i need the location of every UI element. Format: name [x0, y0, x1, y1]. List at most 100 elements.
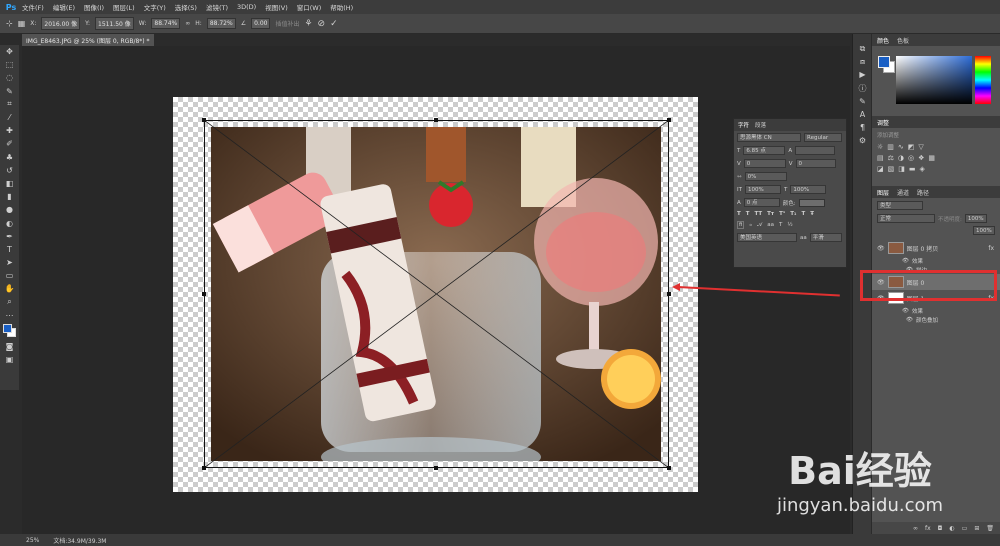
tab-swatches[interactable]: 色板: [897, 36, 909, 45]
effects-row[interactable]: 👁 效果: [872, 256, 1000, 265]
antialias-select[interactable]: 平滑: [809, 233, 842, 242]
levels-icon[interactable]: ▥: [887, 143, 894, 151]
menu-view[interactable]: 视图(V): [265, 2, 288, 12]
color-field[interactable]: [896, 56, 972, 104]
healing-tool-icon[interactable]: ✚: [0, 124, 19, 137]
threshold-icon[interactable]: ◨: [898, 165, 905, 173]
new-group-icon[interactable]: ▭: [962, 525, 968, 532]
delete-layer-icon[interactable]: 🗑: [986, 525, 994, 532]
menu-window[interactable]: 窗口(W): [297, 2, 322, 12]
blur-tool-icon[interactable]: ●: [0, 203, 19, 216]
tab-paragraph[interactable]: 段落: [755, 121, 766, 129]
document-tab[interactable]: IMG_E8463.JPG @ 25% (图层 0, RGB/8*) *: [22, 34, 154, 46]
bw-icon[interactable]: ◑: [898, 154, 904, 162]
menu-layer[interactable]: 图层(L): [113, 2, 135, 12]
channel-mixer-icon[interactable]: ❖: [918, 154, 924, 162]
layer-name[interactable]: 图层 0 拷贝: [907, 244, 986, 253]
transform-bounding-box[interactable]: [204, 120, 669, 468]
reference-point-icon[interactable]: ▦: [18, 19, 26, 28]
tab-channels[interactable]: 通道: [897, 188, 909, 197]
all-caps-icon[interactable]: TT: [755, 211, 763, 217]
menu-edit[interactable]: 编辑(E): [53, 2, 75, 12]
dodge-tool-icon[interactable]: ◐: [0, 216, 19, 229]
leading-field[interactable]: [795, 146, 836, 155]
screen-mode-icon[interactable]: ▣: [0, 353, 19, 366]
faux-italic-icon[interactable]: T: [746, 211, 750, 217]
gradient-tool-icon[interactable]: ▮: [0, 190, 19, 203]
horizontal-scale-field[interactable]: 100%: [790, 185, 827, 194]
panel-foreground-swatch[interactable]: [878, 56, 890, 68]
scale-field[interactable]: 0%: [744, 172, 787, 181]
swash-icon[interactable]: 𝒜: [757, 222, 762, 229]
handle-top[interactable]: [434, 118, 438, 122]
titling-icon[interactable]: T: [779, 222, 782, 228]
stamp-tool-icon[interactable]: ♣: [0, 151, 19, 164]
tab-adjustments[interactable]: 调整: [877, 118, 889, 127]
tab-paths[interactable]: 路径: [917, 188, 929, 197]
tab-character[interactable]: 字符: [738, 121, 749, 129]
font-size-field[interactable]: 6.85 点: [743, 146, 786, 155]
y-field[interactable]: 1511.50 像: [95, 17, 134, 30]
gradient-map-icon[interactable]: ▬: [909, 165, 916, 173]
menu-3d[interactable]: 3D(D): [237, 3, 256, 11]
properties-panel-icon[interactable]: ⧈: [853, 55, 872, 68]
superscript-icon[interactable]: T¹: [779, 211, 785, 217]
menu-type[interactable]: 文字(Y): [144, 2, 166, 12]
menu-help[interactable]: 帮助(H): [330, 2, 353, 12]
hue-slider[interactable]: [975, 56, 991, 104]
quick-mask-icon[interactable]: ◙: [0, 340, 19, 353]
strikethrough-icon[interactable]: Ŧ: [810, 211, 814, 217]
brush-panel-icon[interactable]: ✎: [853, 95, 872, 108]
zoom-level[interactable]: 25%: [26, 537, 39, 544]
history-brush-icon[interactable]: ↺: [0, 164, 19, 177]
handle-left[interactable]: [202, 292, 206, 296]
eraser-tool-icon[interactable]: ◧: [0, 177, 19, 190]
selective-color-icon[interactable]: ◈: [920, 165, 925, 173]
subscript-icon[interactable]: T₁: [790, 211, 796, 217]
posterize-icon[interactable]: ▧: [888, 165, 895, 173]
move-tool-icon[interactable]: ✥: [0, 45, 19, 58]
type-tool-icon[interactable]: T: [0, 243, 19, 256]
hand-tool-icon[interactable]: ✋: [0, 282, 19, 295]
commit-transform-icon[interactable]: ✓: [330, 19, 338, 29]
eye-icon[interactable]: 👁: [877, 245, 885, 252]
handle-bottom-left[interactable]: [202, 466, 206, 470]
ordinals-icon[interactable]: ℴ: [749, 222, 752, 228]
opacity-field[interactable]: 100%: [964, 214, 987, 223]
width-field[interactable]: 88.74%: [151, 18, 181, 29]
crop-tool-icon[interactable]: ⌗: [0, 98, 19, 111]
color-balance-icon[interactable]: ⚖: [888, 154, 894, 162]
quick-select-tool-icon[interactable]: ✎: [0, 85, 19, 98]
hue-sat-icon[interactable]: ▤: [877, 154, 884, 162]
eyedropper-tool-icon[interactable]: ⁄: [0, 111, 19, 124]
handle-bottom-right[interactable]: [667, 466, 671, 470]
height-field[interactable]: 88.72%: [206, 18, 236, 29]
menu-file[interactable]: 文件(F): [22, 2, 44, 12]
tab-color[interactable]: 颜色: [877, 36, 889, 45]
underline-icon[interactable]: T: [801, 211, 805, 217]
effects-eye-icon[interactable]: 👁: [902, 308, 909, 314]
new-layer-icon[interactable]: ⊞: [974, 525, 979, 532]
faux-bold-icon[interactable]: T: [737, 211, 741, 217]
color-swatches[interactable]: [0, 322, 19, 340]
layer-row[interactable]: 👁 图层 0 拷贝 fx: [872, 240, 1000, 256]
menu-filter[interactable]: 滤镜(T): [206, 2, 228, 12]
fill-field[interactable]: 100%: [973, 226, 995, 235]
lasso-tool-icon[interactable]: ◌: [0, 71, 19, 84]
marquee-tool-icon[interactable]: ⬚: [0, 58, 19, 71]
tab-layers[interactable]: 图层: [877, 188, 889, 197]
x-field[interactable]: 2016.00 像: [41, 17, 81, 30]
info-panel-icon[interactable]: ⓘ: [853, 82, 872, 95]
history-panel-icon[interactable]: ⧉: [853, 42, 872, 55]
effects-eye-icon[interactable]: 👁: [902, 258, 909, 264]
vibrance-icon[interactable]: ▽: [918, 143, 923, 151]
handle-top-right[interactable]: [667, 118, 671, 122]
document-size-info[interactable]: 文档:34.9M/39.3M: [53, 536, 106, 545]
menu-select[interactable]: 选择(S): [175, 2, 197, 12]
handle-bottom[interactable]: [434, 466, 438, 470]
transform-tool-icon[interactable]: ⊹: [6, 19, 13, 28]
more-tools-icon[interactable]: ⋯: [0, 309, 19, 322]
invert-icon[interactable]: ◪: [877, 165, 884, 173]
exposure-icon[interactable]: ◩: [908, 143, 915, 151]
fractions-icon[interactable]: ½: [787, 222, 792, 228]
